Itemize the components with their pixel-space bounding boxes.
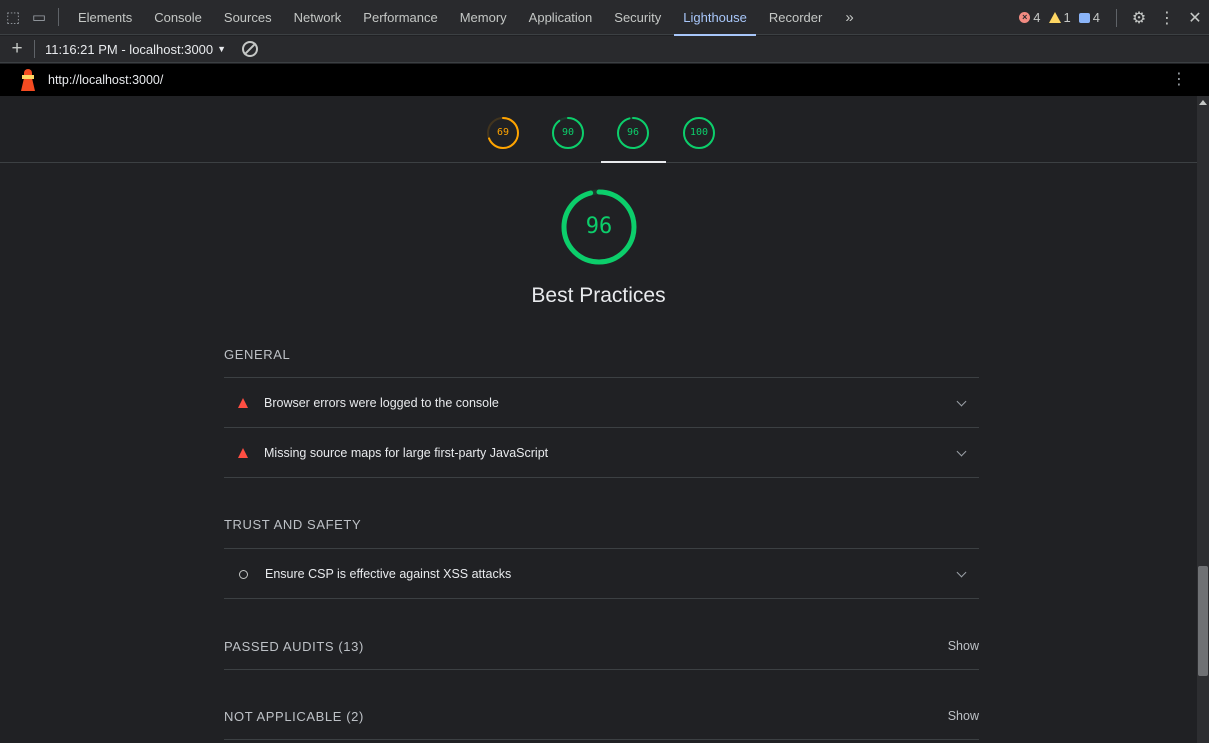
chevron-down-icon[interactable] xyxy=(956,446,967,457)
divider xyxy=(224,739,979,740)
gauge-seo[interactable]: 100 xyxy=(682,116,716,150)
tab-lighthouse[interactable]: Lighthouse xyxy=(672,0,758,36)
tab-console[interactable]: Console xyxy=(143,0,213,35)
gauge-score: 96 xyxy=(626,127,640,138)
report-selector-label: 11:16:21 PM - localhost:3000 xyxy=(45,41,214,57)
group-title[interactable]: NOT APPLICABLE (2) xyxy=(224,709,364,724)
divider xyxy=(224,598,979,599)
tab-elements[interactable]: Elements xyxy=(67,0,143,35)
settings-gear-icon[interactable]: ⚙ xyxy=(1125,0,1153,35)
fail-triangle-icon xyxy=(238,398,248,408)
gauge-score: 100 xyxy=(689,127,709,138)
clear-reports-icon[interactable] xyxy=(242,41,259,57)
lighthouse-toolbar: + 11:16:21 PM - localhost:3000 ▼ xyxy=(0,36,1209,63)
audit-title: Ensure CSP is effective against XSS atta… xyxy=(265,567,512,581)
error-count: 4 xyxy=(1033,10,1041,25)
tab-sources[interactable]: Sources xyxy=(213,0,283,35)
new-report-button[interactable]: + xyxy=(0,38,34,60)
score-gauges-row: 69 90 96 100 xyxy=(0,96,1197,163)
audit-title: Missing source maps for large first-part… xyxy=(264,446,549,460)
fail-triangle-icon xyxy=(238,448,248,458)
report-scrollbar[interactable] xyxy=(1197,96,1209,743)
divider xyxy=(224,669,979,670)
message-icon xyxy=(1078,12,1090,23)
caret-down-icon: ▼ xyxy=(217,44,227,54)
toolbar-divider xyxy=(58,8,59,26)
group-title: GENERAL xyxy=(224,347,291,362)
report-url[interactable]: http://localhost:3000/ xyxy=(48,73,163,87)
issues-counter[interactable]: × 4 1 4 xyxy=(1019,10,1100,25)
category-title: Best Practices xyxy=(531,284,666,307)
report-menu-icon[interactable]: ⋮ xyxy=(1171,70,1187,90)
more-tabs-icon[interactable]: » xyxy=(833,9,865,26)
device-toolbar-icon[interactable]: ▭ xyxy=(26,0,52,35)
inspect-element-icon[interactable]: ⬚ xyxy=(0,0,26,35)
devtools-status-area: × 4 1 4 ⚙ ⋮ ✕ xyxy=(1019,0,1209,35)
close-icon[interactable]: ✕ xyxy=(1181,0,1209,35)
warning-count: 1 xyxy=(1063,10,1071,25)
scroll-up-arrow-icon[interactable] xyxy=(1199,100,1207,105)
audit-row[interactable]: Browser errors were logged to the consol… xyxy=(224,378,979,428)
audit-row[interactable]: Missing source maps for large first-part… xyxy=(224,428,979,478)
tab-application[interactable]: Application xyxy=(518,0,604,35)
toolbar-divider xyxy=(34,40,35,58)
gauge-score: 69 xyxy=(496,127,510,138)
category-score: 96 xyxy=(585,214,613,239)
chevron-down-icon[interactable] xyxy=(956,396,967,407)
status-divider xyxy=(1116,8,1117,27)
divider xyxy=(224,477,979,478)
group-title: TRUST AND SAFETY xyxy=(224,517,362,532)
info-circle-icon xyxy=(239,569,248,579)
scrollbar-thumb[interactable] xyxy=(1198,566,1208,676)
message-count: 4 xyxy=(1092,10,1100,25)
tab-network[interactable]: Network xyxy=(283,0,353,35)
gauge-performance[interactable]: 69 xyxy=(486,116,520,150)
group-title[interactable]: PASSED AUDITS (13) xyxy=(224,639,364,654)
active-gauge-indicator xyxy=(601,161,666,163)
gauge-best-practices[interactable]: 96 xyxy=(616,116,650,150)
report-url-bar: http://localhost:3000/ ⋮ xyxy=(0,64,1209,96)
tab-security[interactable]: Security xyxy=(603,0,672,35)
gauge-score: 90 xyxy=(561,127,575,138)
warning-icon xyxy=(1048,12,1061,23)
category-gauge: 96 xyxy=(560,188,638,266)
tab-performance[interactable]: Performance xyxy=(352,0,448,35)
report-content: 69 90 96 100 96 Best Practices GENERAL B… xyxy=(0,96,1197,743)
lighthouse-logo-icon xyxy=(20,69,36,91)
tab-recorder[interactable]: Recorder xyxy=(758,0,833,35)
audit-title: Browser errors were logged to the consol… xyxy=(264,396,499,410)
show-not-applicable-button[interactable]: Show xyxy=(948,709,979,723)
error-icon: × xyxy=(1019,12,1031,23)
show-passed-button[interactable]: Show xyxy=(948,639,979,653)
devtools-tab-bar: ⬚ ▭ Elements Console Sources Network Per… xyxy=(0,0,1209,36)
gauge-accessibility[interactable]: 90 xyxy=(551,116,585,150)
report-selector[interactable]: 11:16:21 PM - localhost:3000 ▼ xyxy=(45,42,226,57)
chevron-down-icon[interactable] xyxy=(956,567,967,578)
tab-memory[interactable]: Memory xyxy=(449,0,518,35)
more-options-icon[interactable]: ⋮ xyxy=(1153,0,1181,35)
audit-row[interactable]: Ensure CSP is effective against XSS atta… xyxy=(224,549,979,599)
